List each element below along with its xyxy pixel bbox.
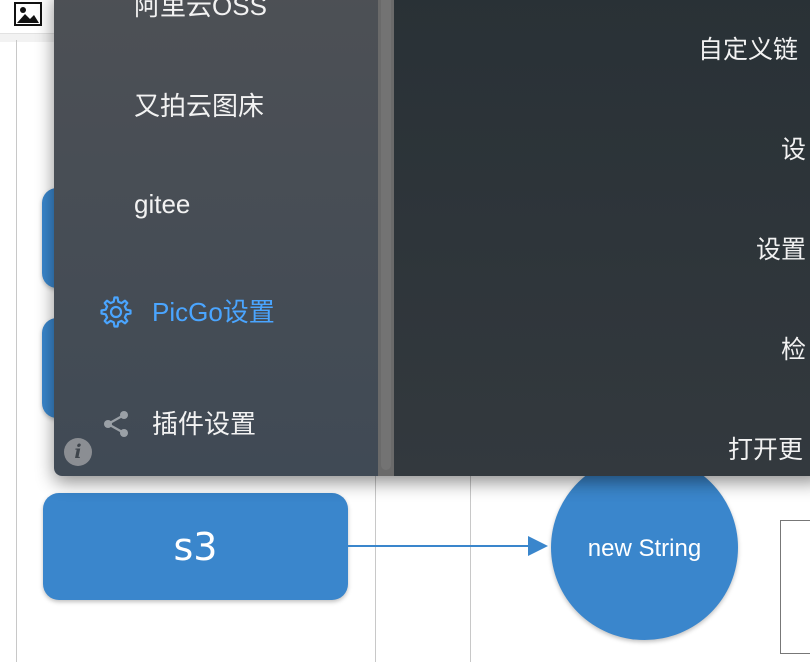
setting-label-custom-link: 自定义链 <box>698 36 799 64</box>
menu-item-aliyun-oss[interactable]: 阿里云OSS <box>54 0 378 34</box>
scrollbar-thumb[interactable] <box>381 0 391 470</box>
menu-item-plugin-settings[interactable]: 插件设置 <box>54 392 378 452</box>
menu-item-label: gitee <box>134 188 191 219</box>
menu-item-label: PicGo设置 <box>152 296 275 327</box>
settings-panel: 自定义链 设 设置 检 打开更 <box>394 0 810 476</box>
node-s3-label: s3 <box>173 524 218 569</box>
setting-label: 设 <box>781 136 807 164</box>
setting-label: 检 <box>781 336 807 364</box>
picgo-window: 阿里云OSS 又拍云图床 gitee PicGo设置 插件设置 i 自定义链 设… <box>54 0 810 476</box>
share-icon <box>104 411 128 437</box>
image-icon[interactable] <box>14 2 42 26</box>
menu-item-label: 又拍云图床 <box>134 90 265 121</box>
gear-icon <box>100 296 132 328</box>
menu-item-upyun[interactable]: 又拍云图床 <box>54 74 378 134</box>
diagram-node-partial-right[interactable] <box>780 520 810 654</box>
menu-item-gitee[interactable]: gitee <box>54 174 378 234</box>
node-new-string[interactable]: new String <box>551 455 738 640</box>
info-icon-glyph: i <box>74 441 82 463</box>
arrow-connector[interactable] <box>348 536 550 556</box>
menu-item-label: 阿里云OSS <box>134 0 267 21</box>
setting-label: 设置 <box>756 236 807 264</box>
menu-item-label: 插件设置 <box>152 408 257 439</box>
node-new-string-label: new String <box>587 534 702 562</box>
node-s3[interactable]: s3 <box>43 493 348 600</box>
grid-line <box>16 40 17 662</box>
sidebar-scrollbar[interactable] <box>378 0 394 476</box>
setting-label: 打开更 <box>728 436 804 464</box>
picgo-sidebar: 阿里云OSS 又拍云图床 gitee PicGo设置 插件设置 i <box>54 0 378 476</box>
info-icon[interactable]: i <box>64 438 92 466</box>
menu-item-picgo-settings[interactable]: PicGo设置 <box>54 280 378 340</box>
